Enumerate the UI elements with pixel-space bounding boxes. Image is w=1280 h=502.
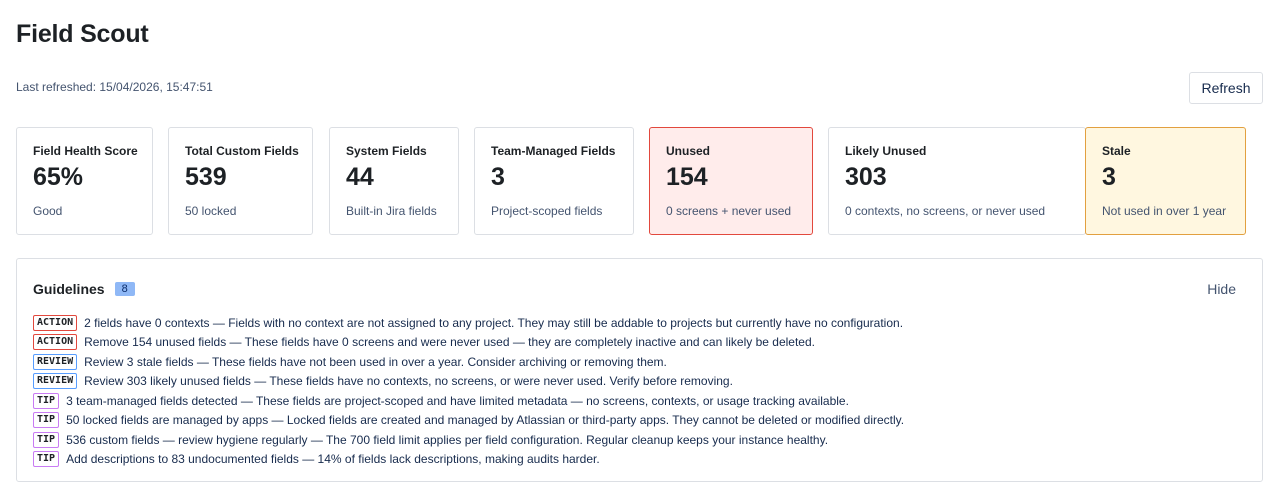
page-title: Field Scout xyxy=(16,20,149,48)
refresh-button[interactable]: Refresh xyxy=(1189,72,1263,104)
card-label: Likely Unused xyxy=(845,144,927,158)
tip-tag: TIP xyxy=(33,451,60,468)
guidelines-count-badge: 8 xyxy=(114,282,135,296)
guideline-item: ACTION Remove 154 unused fields — These … xyxy=(33,333,1246,353)
card-value: 44 xyxy=(346,163,374,191)
guideline-text: Review 3 stale fields — These fields hav… xyxy=(84,354,667,369)
card-subtext: 50 locked xyxy=(185,204,237,218)
card-value: 154 xyxy=(666,163,708,191)
card-subtext: Not used in over 1 year xyxy=(1102,204,1227,218)
guideline-item: REVIEW Review 303 likely unused fields —… xyxy=(33,372,1246,392)
guideline-item: TIP 50 locked fields are managed by apps… xyxy=(33,411,1246,431)
card-label: System Fields xyxy=(346,144,427,158)
card-subtext: Built-in Jira fields xyxy=(346,204,437,218)
review-tag: REVIEW xyxy=(33,373,78,390)
card-stale: Stale 3 Not used in over 1 year xyxy=(1085,127,1246,235)
guideline-text: Review 303 likely unused fields — These … xyxy=(84,374,733,389)
card-unused: Unused 154 0 screens + never used xyxy=(649,127,813,235)
card-value: 3 xyxy=(491,163,505,191)
action-tag: ACTION xyxy=(33,314,78,331)
card-value: 539 xyxy=(185,163,227,191)
guideline-text: 2 fields have 0 contexts — Fields with n… xyxy=(84,315,904,330)
action-tag: ACTION xyxy=(33,334,78,351)
guideline-text: 50 locked fields are managed by apps — L… xyxy=(66,413,905,428)
guidelines-list: ACTION 2 fields have 0 contexts — Fields… xyxy=(33,313,1246,469)
card-value: 303 xyxy=(845,163,887,191)
card-label: Total Custom Fields xyxy=(185,144,299,158)
guideline-text: Remove 154 unused fields — These fields … xyxy=(84,335,815,350)
card-total-custom-fields: Total Custom Fields 539 50 locked xyxy=(168,127,313,235)
card-value: 3 xyxy=(1102,163,1116,191)
hide-guidelines-button[interactable]: Hide xyxy=(1207,281,1236,297)
guideline-item: TIP Add descriptions to 83 undocumented … xyxy=(33,450,1246,470)
tip-tag: TIP xyxy=(33,431,60,448)
tip-tag: TIP xyxy=(33,412,60,429)
card-field-health-score: Field Health Score 65% Good xyxy=(16,127,153,235)
card-label: Unused xyxy=(666,144,711,158)
card-label: Field Health Score xyxy=(33,144,138,158)
guideline-text: Add descriptions to 83 undocumented fiel… xyxy=(66,452,600,467)
field-scout-page: Field Scout Last refreshed: 15/04/2026, … xyxy=(0,0,1280,502)
card-subtext: Good xyxy=(33,204,63,218)
guideline-item: ACTION 2 fields have 0 contexts — Fields… xyxy=(33,313,1246,333)
guideline-text: 536 custom fields — review hygiene regul… xyxy=(66,432,829,447)
card-likely-unused: Likely Unused 303 0 contexts, no screens… xyxy=(828,127,1086,235)
guidelines-title: Guidelines xyxy=(33,281,105,297)
card-label: Team-Managed Fields xyxy=(491,144,616,158)
guideline-item: TIP 536 custom fields — review hygiene r… xyxy=(33,430,1246,450)
guideline-item: TIP 3 team-managed fields detected — The… xyxy=(33,391,1246,411)
guideline-text: 3 team-managed fields detected — These f… xyxy=(66,393,849,408)
last-refreshed-text: Last refreshed: 15/04/2026, 15:47:51 xyxy=(16,80,213,94)
card-value: 65% xyxy=(33,163,84,191)
card-subtext: 0 screens + never used xyxy=(666,204,792,218)
guideline-item: REVIEW Review 3 stale fields — These fie… xyxy=(33,352,1246,372)
card-team-managed-fields: Team-Managed Fields 3 Project-scoped fie… xyxy=(474,127,634,235)
card-label: Stale xyxy=(1102,144,1131,158)
review-tag: REVIEW xyxy=(33,353,78,370)
stats-cards: Field Health Score 65% Good Total Custom… xyxy=(16,127,1263,235)
card-subtext: Project-scoped fields xyxy=(491,204,603,218)
guidelines-header: Guidelines 8 xyxy=(33,281,135,297)
card-subtext: 0 contexts, no screens, or never used xyxy=(845,204,1046,218)
card-system-fields: System Fields 44 Built-in Jira fields xyxy=(329,127,459,235)
tip-tag: TIP xyxy=(33,392,60,409)
guidelines-panel: Guidelines 8 Hide ACTION 2 fields have 0… xyxy=(16,258,1263,482)
